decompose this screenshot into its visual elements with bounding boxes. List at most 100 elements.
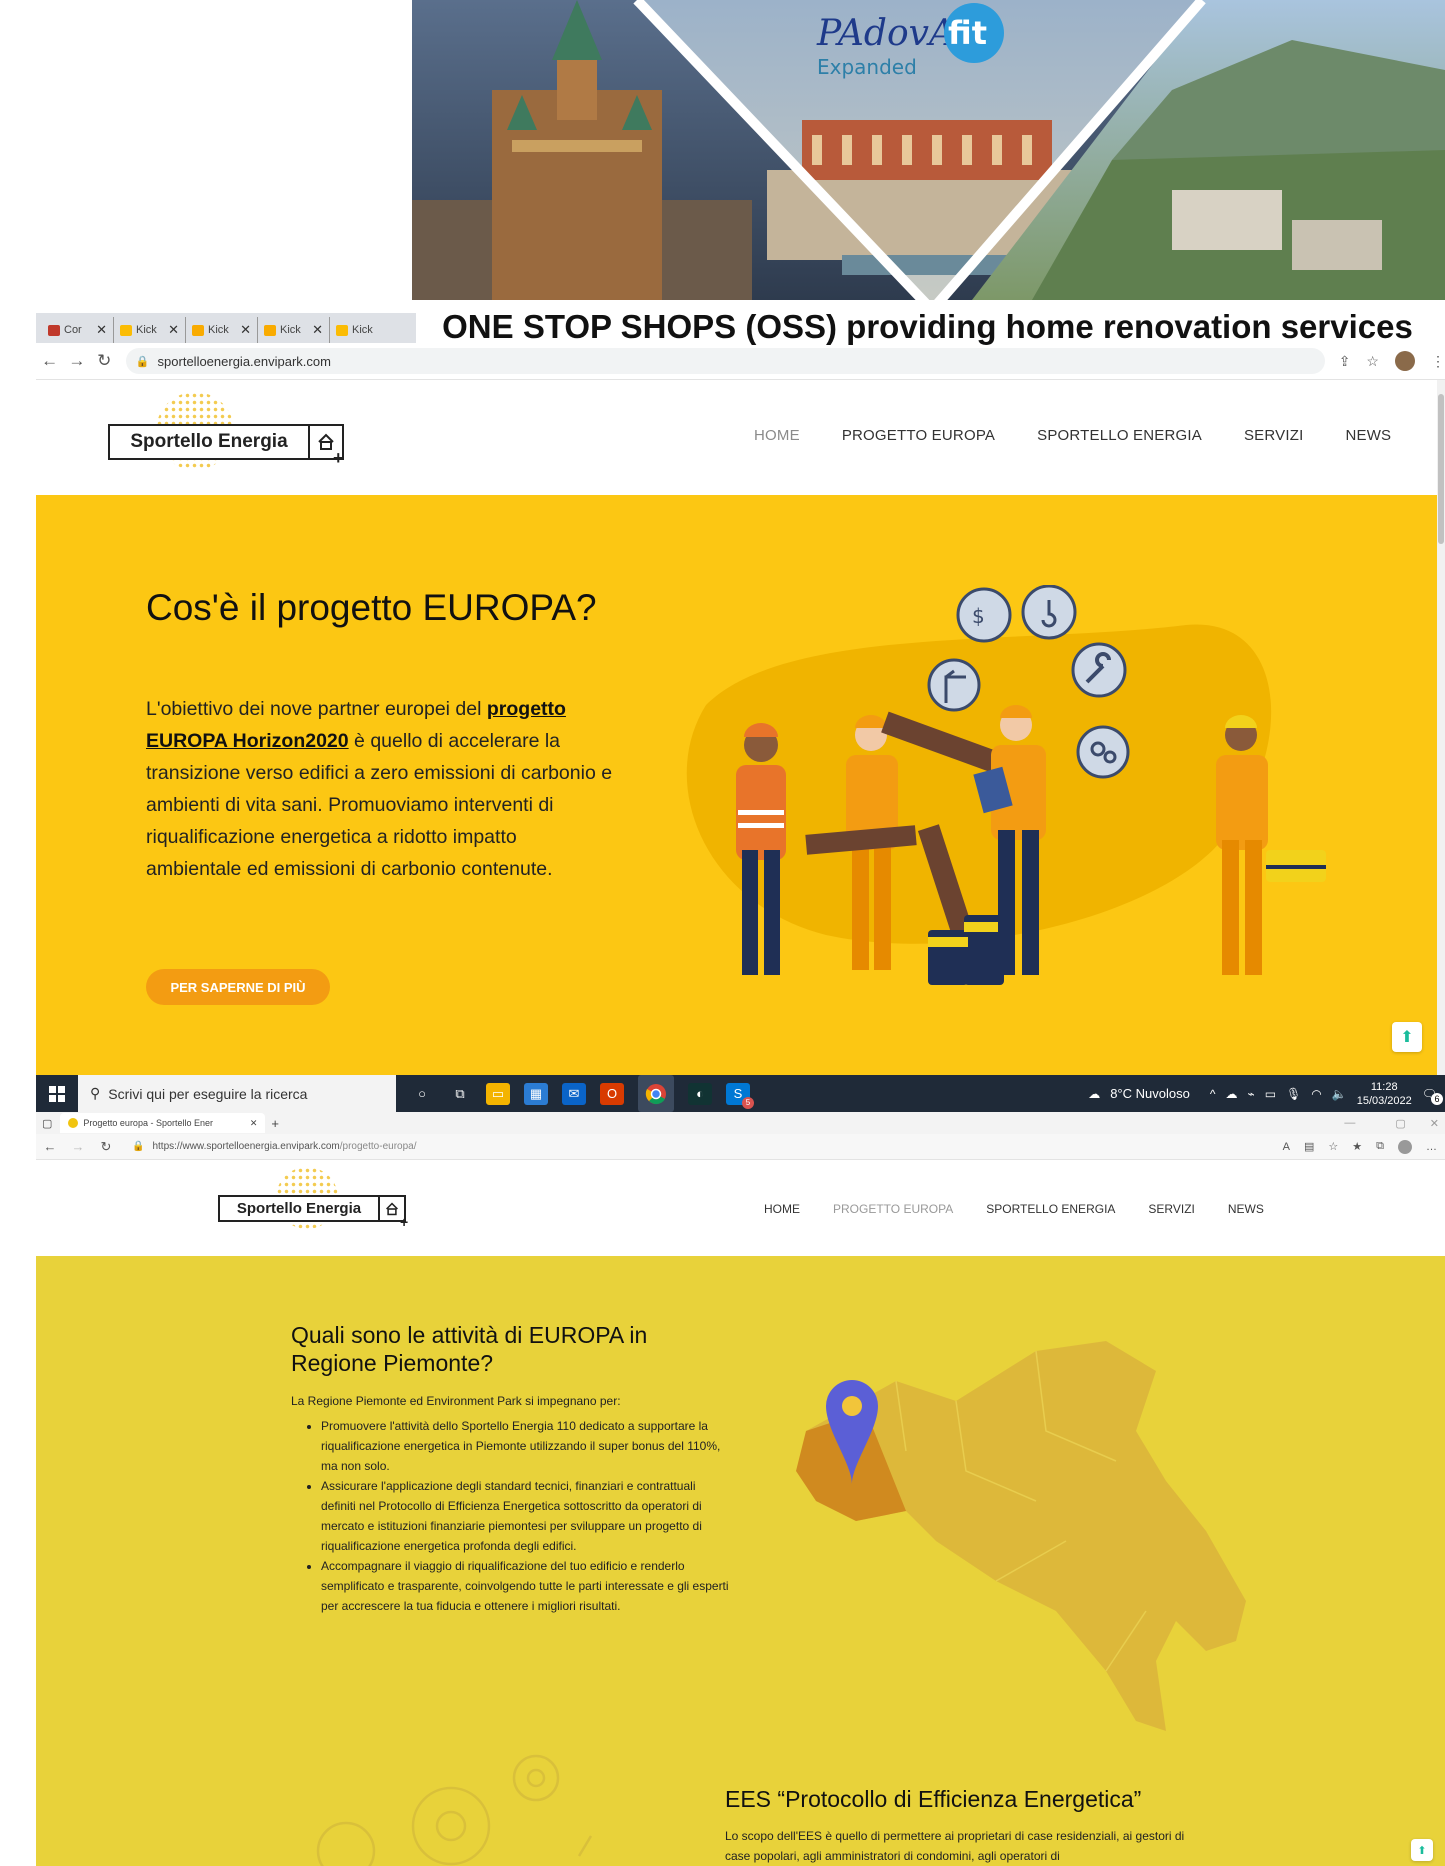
reload-icon[interactable]: ↻ bbox=[91, 351, 118, 371]
read-aloud-icon[interactable]: A bbox=[1283, 1141, 1290, 1153]
browser-tab[interactable]: Kick ✕ bbox=[186, 317, 258, 343]
scrollbar-thumb[interactable] bbox=[1438, 394, 1444, 544]
site-logo[interactable]: Sportello Energia bbox=[108, 424, 344, 460]
nav-sportello-energia[interactable]: SPORTELLO ENERGIA bbox=[1037, 427, 1202, 444]
google-drive-icon bbox=[120, 324, 132, 336]
tab-label: Kick bbox=[352, 324, 373, 336]
reload-icon[interactable]: ↻ bbox=[92, 1139, 120, 1155]
file-explorer-icon[interactable]: ▭ bbox=[486, 1082, 510, 1105]
share-icon[interactable]: ⇪ bbox=[1339, 353, 1351, 370]
browser-tab[interactable]: Kick ✕ bbox=[114, 317, 186, 343]
nav-progetto-europa[interactable]: PROGETTO EUROPA bbox=[842, 427, 995, 444]
browser-tab[interactable]: Kick bbox=[330, 317, 402, 343]
forward-arrow-icon[interactable]: → bbox=[63, 351, 90, 371]
back-arrow-icon[interactable]: ← bbox=[36, 351, 63, 371]
notification-count: 6 bbox=[1431, 1092, 1443, 1105]
slides-icon bbox=[264, 324, 276, 336]
nav-news[interactable]: NEWS bbox=[1228, 1202, 1264, 1216]
scroll-to-top-button[interactable]: ⬆ bbox=[1392, 1022, 1422, 1052]
browser-tab[interactable]: Cor ✕ bbox=[42, 317, 114, 343]
website-viewport: Sportello Energia + HOME PROGETTO EUROPA… bbox=[36, 1160, 1445, 1866]
taskbar-search-box[interactable]: ⚲ Scrivi qui per eseguire la ricerca bbox=[78, 1075, 396, 1112]
webex-icon[interactable]: ◐ bbox=[688, 1082, 712, 1105]
profile-avatar[interactable] bbox=[1398, 1139, 1412, 1154]
activities-intro: La Regione Piemonte ed Environment Park … bbox=[291, 1394, 621, 1408]
nav-progetto-europa[interactable]: PROGETTO EUROPA bbox=[833, 1202, 953, 1216]
banner-brand-main: PAdovA bbox=[816, 13, 955, 54]
banner-brand-fit: fit bbox=[948, 14, 987, 52]
task-view-icon[interactable]: ⧉ bbox=[448, 1083, 472, 1105]
battery-icon[interactable]: ▭ bbox=[1265, 1087, 1276, 1101]
svg-text:$: $ bbox=[972, 604, 985, 628]
forward-arrow-icon[interactable]: → bbox=[64, 1139, 92, 1154]
tab-actions-icon[interactable]: ▢ bbox=[42, 1117, 52, 1130]
nav-home[interactable]: HOME bbox=[764, 1202, 800, 1216]
volume-icon[interactable]: 🔈 bbox=[1332, 1087, 1347, 1101]
windows-start-icon[interactable] bbox=[36, 1085, 78, 1102]
tab-label: Kick bbox=[208, 324, 229, 336]
arrow-up-icon: ⬆ bbox=[1400, 1029, 1414, 1046]
nav-home[interactable]: HOME bbox=[754, 427, 800, 444]
close-tab-icon[interactable]: ✕ bbox=[240, 322, 251, 338]
address-bar[interactable]: 🔒 https://www.sportelloenergia.envipark.… bbox=[126, 1137, 1269, 1157]
tab-favicon bbox=[68, 1118, 79, 1128]
reader-view-icon[interactable]: ▤ bbox=[1304, 1140, 1314, 1153]
chrome-icon[interactable] bbox=[638, 1075, 674, 1112]
back-arrow-icon[interactable]: ← bbox=[36, 1139, 64, 1154]
browser-tab[interactable]: Progetto europa - Sportello Ener ✕ bbox=[60, 1113, 266, 1133]
wifi-icon[interactable]: ◠ bbox=[1311, 1087, 1321, 1101]
microphone-icon[interactable]: 🎙 bbox=[1286, 1087, 1301, 1101]
close-tab-icon[interactable]: ✕ bbox=[312, 322, 323, 338]
profile-avatar[interactable] bbox=[1394, 351, 1415, 371]
address-bar-url: https://www.sportelloenergia.envipark.co… bbox=[152, 1141, 416, 1152]
plus-icon: + bbox=[400, 1214, 409, 1230]
collections-icon[interactable]: ⧉ bbox=[1376, 1140, 1384, 1153]
url-domain: https://www.sportelloenergia.envipark.co… bbox=[152, 1141, 340, 1152]
address-bar[interactable]: 🔒 sportelloenergia.envipark.com bbox=[125, 348, 1325, 374]
notification-center-icon[interactable]: 🗨 6 bbox=[1422, 1087, 1443, 1105]
close-tab-icon[interactable]: ✕ bbox=[96, 322, 107, 338]
hero-title: Cos'è il progetto EUROPA? bbox=[146, 587, 597, 628]
new-tab-icon[interactable]: + bbox=[271, 1116, 279, 1131]
scroll-to-top-button[interactable]: ⬆ bbox=[1411, 1839, 1433, 1861]
taskbar-clock[interactable]: 11:28 15/03/2022 bbox=[1357, 1080, 1412, 1108]
onedrive-icon[interactable]: ☁ bbox=[1225, 1087, 1237, 1101]
network-icon[interactable]: ⌁ bbox=[1247, 1087, 1254, 1101]
close-window-icon[interactable]: ✕ bbox=[1430, 1117, 1439, 1130]
skype-icon[interactable]: S5 bbox=[726, 1082, 754, 1109]
weather-cloud-icon[interactable]: ☁ bbox=[1088, 1087, 1100, 1101]
wrench-icon bbox=[1071, 642, 1127, 698]
cortana-icon[interactable]: ○ bbox=[410, 1083, 434, 1105]
browser-toolbar: ← → ↻ 🔒 sportelloenergia.envipark.com ⇪ … bbox=[36, 343, 1445, 380]
scrollbar[interactable] bbox=[1437, 380, 1445, 1076]
menu-kebab-icon[interactable]: ⋮ bbox=[1431, 353, 1445, 370]
lock-icon: 🔒 bbox=[132, 1141, 145, 1152]
office-icon[interactable]: O bbox=[600, 1082, 624, 1105]
nav-servizi[interactable]: SERVIZI bbox=[1148, 1202, 1194, 1216]
nav-news[interactable]: NEWS bbox=[1345, 427, 1391, 444]
mail-icon[interactable]: ✉ bbox=[562, 1082, 586, 1105]
restore-icon[interactable]: ▢ bbox=[1395, 1117, 1405, 1130]
site-logo[interactable]: Sportello Energia bbox=[218, 1195, 406, 1222]
add-favorite-icon[interactable]: ☆ bbox=[1328, 1140, 1338, 1153]
minimize-icon[interactable]: — bbox=[1344, 1117, 1355, 1129]
chevron-up-icon[interactable]: ^ bbox=[1210, 1087, 1216, 1101]
browser-tab[interactable]: Kick ✕ bbox=[258, 317, 330, 343]
url-path: /progetto-europa/ bbox=[339, 1141, 417, 1152]
weather-text[interactable]: 8°C Nuvoloso bbox=[1110, 1086, 1190, 1101]
learn-more-button[interactable]: PER SAPERNE DI PIÙ bbox=[146, 969, 330, 1005]
favorites-icon[interactable]: ★ bbox=[1352, 1140, 1362, 1153]
lock-icon: 🔒 bbox=[135, 355, 150, 368]
close-tab-icon[interactable]: ✕ bbox=[250, 1118, 258, 1129]
protocol-text: Lo scopo dell'EES è quello di permettere… bbox=[725, 1829, 1185, 1863]
nav-servizi[interactable]: SERVIZI bbox=[1244, 427, 1303, 444]
store-icon[interactable]: ▦ bbox=[524, 1082, 548, 1105]
nav-sportello-energia[interactable]: SPORTELLO ENERGIA bbox=[986, 1202, 1115, 1216]
close-tab-icon[interactable]: ✕ bbox=[168, 322, 179, 338]
menu-more-icon[interactable]: … bbox=[1426, 1141, 1437, 1153]
hero-section: Cos'è il progetto EUROPA? L'obiettivo de… bbox=[36, 495, 1445, 1076]
bookmark-star-icon[interactable]: ☆ bbox=[1366, 353, 1379, 370]
tab-label: Kick bbox=[136, 324, 157, 336]
slides-icon bbox=[192, 324, 204, 336]
gears-icon bbox=[1076, 725, 1130, 779]
